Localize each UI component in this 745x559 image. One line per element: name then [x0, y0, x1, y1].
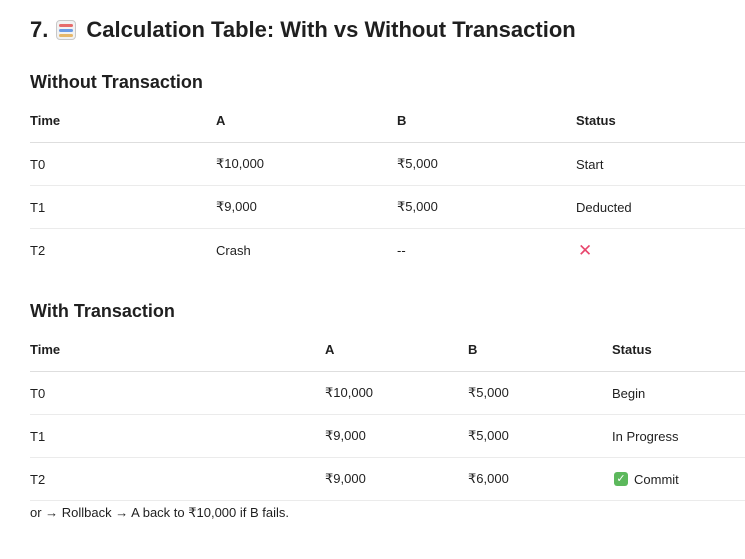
- cell-b: ₹6,000: [468, 471, 509, 486]
- table-row: T2 ₹9,000 ₹6,000 ✓ Commit: [30, 458, 745, 501]
- header-time: Time: [30, 113, 61, 128]
- title-text: Calculation Table: With vs Without Trans…: [86, 17, 576, 42]
- table-without-transaction: Time A B Status T0 ₹10,000 ₹5,000 Start …: [30, 113, 745, 271]
- cell-status: Deducted: [576, 199, 632, 215]
- header-a: A: [325, 342, 335, 357]
- check-mark-icon: ✓: [614, 472, 628, 486]
- cell-a: ₹10,000: [216, 156, 265, 171]
- cell-time: T0: [30, 156, 46, 172]
- cell-time: T1: [30, 199, 46, 215]
- header-a: A: [216, 113, 226, 128]
- cell-time: T2: [30, 471, 46, 487]
- section-title-without: Without Transaction: [30, 72, 203, 92]
- cell-b: ₹5,000: [397, 199, 438, 214]
- cell-status: Start: [576, 156, 604, 172]
- cell-time: T2: [30, 242, 46, 258]
- cross-mark-icon: ✕: [578, 240, 593, 260]
- table-row: T0 ₹10,000 ₹5,000 Begin: [30, 372, 745, 415]
- status-label: Commit: [634, 471, 679, 487]
- cell-status: ✕: [578, 229, 592, 271]
- cell-time: T1: [30, 428, 46, 444]
- cell-a: Crash: [216, 242, 251, 258]
- cell-a: ₹9,000: [325, 471, 366, 486]
- cell-b: ₹5,000: [397, 156, 438, 171]
- table-header-row: Time A B Status: [30, 113, 745, 143]
- cell-time: T0: [30, 385, 46, 401]
- table-row: T1 ₹9,000 ₹5,000 Deducted: [30, 186, 745, 229]
- cell-a: ₹9,000: [216, 199, 257, 214]
- header-time: Time: [30, 342, 61, 357]
- cell-status: ✓ Commit: [614, 458, 679, 500]
- table-row: T0 ₹10,000 ₹5,000 Start: [30, 143, 745, 186]
- header-status: Status: [576, 113, 616, 128]
- table-header-row: Time A B Status: [30, 342, 745, 372]
- footnote: or → Rollback → A back to ₹10,000 if B f…: [30, 505, 290, 520]
- section-title-with: With Transaction: [30, 301, 175, 321]
- cell-a: ₹9,000: [325, 428, 366, 443]
- cell-b: ₹5,000: [468, 385, 509, 400]
- cell-b: --: [397, 242, 406, 258]
- table-row: T1 ₹9,000 ₹5,000 In Progress: [30, 415, 745, 458]
- header-status: Status: [612, 342, 652, 357]
- table-row: T2 Crash -- ✕: [30, 229, 745, 271]
- cell-a: ₹10,000: [325, 385, 374, 400]
- cell-status: In Progress: [612, 428, 679, 444]
- page-title: 7. Calculation Table: With vs Without Tr…: [30, 17, 576, 43]
- header-b: B: [468, 342, 478, 357]
- cell-status: Begin: [612, 385, 646, 401]
- abacus-icon: [56, 20, 77, 40]
- table-with-transaction: Time A B Status T0 ₹10,000 ₹5,000 Begin …: [30, 342, 745, 501]
- title-number: 7.: [30, 17, 49, 42]
- header-b: B: [397, 113, 407, 128]
- cell-b: ₹5,000: [468, 428, 509, 443]
